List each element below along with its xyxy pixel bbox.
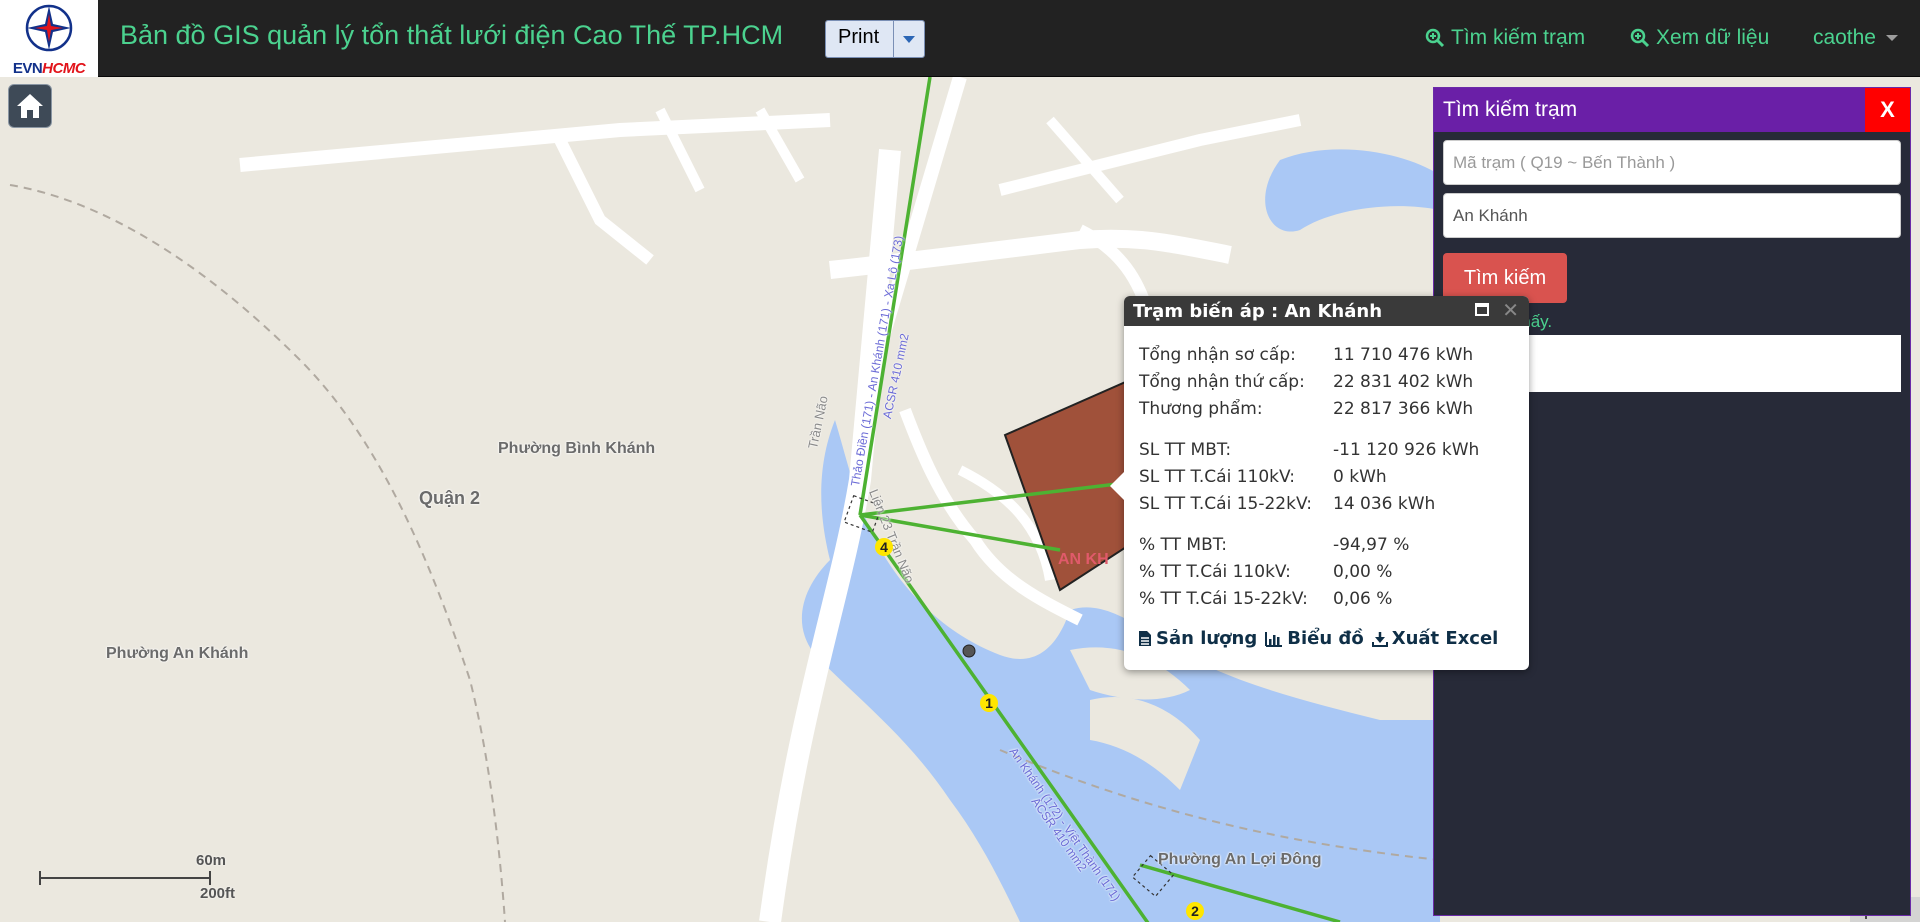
user-menu[interactable]: caothe — [1813, 26, 1898, 50]
file-text-icon — [1139, 631, 1151, 646]
zoom-in-icon — [1630, 28, 1650, 48]
top-navbar: EVNHCMC Bản đồ GIS quản lý tổn thất lưới… — [0, 0, 1920, 77]
map-label-an-loi-dong: Phường An Lợi Đông — [1158, 851, 1322, 868]
popup-row-label: SL TT T.Cái 110kV: — [1139, 467, 1295, 487]
bieu-do-label: Biểu đồ — [1287, 628, 1364, 649]
popup-row-label: Tổng nhận sơ cấp: — [1139, 345, 1296, 365]
popup-row-label: SL TT MBT: — [1139, 440, 1232, 460]
maximize-icon[interactable] — [1475, 303, 1489, 316]
map-label-an-khanh: Phường An Khánh — [106, 645, 249, 662]
station-info-popup: Trạm biến áp : An Khánh ✕ Tổng nhận sơ c… — [1110, 296, 1529, 670]
evn-star-icon — [25, 4, 73, 52]
scale-label-m: 60m — [196, 852, 227, 869]
station-code-input[interactable] — [1443, 140, 1901, 185]
station-name-input[interactable] — [1443, 193, 1901, 238]
nav-view-label: Xem dữ liệu — [1656, 26, 1770, 49]
popup-actions: Sản lượng Biểu đồ Xuất Excel — [1138, 628, 1498, 649]
popup-row-value: 11 710 476 kWh — [1333, 345, 1474, 365]
popup-row-value: -94,97 % — [1333, 535, 1410, 555]
download-icon — [1371, 631, 1388, 647]
popup-row-value: 22 831 402 kWh — [1333, 372, 1474, 392]
popup-row-label: % TT T.Cái 15-22kV: — [1139, 589, 1308, 609]
popup-row-label: % TT T.Cái 110kV: — [1139, 562, 1291, 582]
map-label-quan2: Quận 2 — [419, 488, 481, 508]
home-icon — [17, 94, 43, 118]
popup-title: Trạm biến áp : An Khánh — [1133, 301, 1383, 322]
san-luong-label: Sản lượng — [1156, 628, 1258, 649]
chevron-down-icon — [903, 36, 916, 43]
evn-logo[interactable]: EVNHCMC — [0, 0, 98, 77]
popup-header: Trạm biến áp : An Khánh ✕ — [1124, 296, 1529, 326]
map-marker-4[interactable]: 4 — [875, 538, 893, 556]
substation-label: AN KH — [1058, 551, 1109, 568]
nav-search-label: Tìm kiếm trạm — [1451, 26, 1586, 49]
popup-row-value: 22 817 366 kWh — [1333, 399, 1474, 419]
popup-row-value: 0,00 % — [1333, 562, 1393, 582]
popup-row-value: 0 kWh — [1333, 467, 1387, 487]
popup-row-label: % TT MBT: — [1139, 535, 1228, 555]
xuat-excel-link[interactable]: Xuất Excel — [1371, 628, 1499, 649]
san-luong-link[interactable]: Sản lượng — [1138, 628, 1257, 649]
caret-down-icon — [1886, 35, 1898, 41]
scale-line — [39, 871, 211, 885]
panel-header: Tìm kiếm trạm X — [1434, 88, 1910, 132]
nav-view-data[interactable]: Xem dữ liệu — [1630, 26, 1769, 50]
map-label-binh-khanh: Phường Bình Khánh — [498, 440, 656, 457]
zoom-in-icon — [1425, 28, 1445, 48]
print-button[interactable]: Print — [826, 21, 895, 57]
bar-chart-icon — [1265, 631, 1283, 647]
map-marker-1[interactable]: 1 — [980, 694, 998, 712]
popup-pointer — [1110, 472, 1124, 500]
print-dropdown-button[interactable] — [894, 21, 925, 57]
print-control: Print — [825, 20, 926, 58]
scale-label-ft: 200ft — [200, 885, 236, 902]
logo-text: EVNHCMC — [12, 60, 86, 77]
home-button[interactable] — [8, 84, 52, 128]
popup-row-label: SL TT T.Cái 15-22kV: — [1139, 494, 1312, 514]
nav-search-station[interactable]: Tìm kiếm trạm — [1425, 26, 1585, 50]
close-icon[interactable]: ✕ — [1502, 298, 1519, 323]
popup-row-value: 14 036 kWh — [1333, 494, 1436, 514]
popup-row-value: 0,06 % — [1333, 589, 1393, 609]
bieu-do-link[interactable]: Biểu đồ — [1265, 628, 1364, 649]
panel-title: Tìm kiếm trạm — [1443, 98, 1578, 121]
popup-row-label: Thương phẩm: — [1139, 399, 1263, 419]
map-marker-2[interactable]: 2 — [1186, 902, 1204, 920]
popup-row-value: -11 120 926 kWh — [1333, 440, 1480, 460]
app-title: Bản đồ GIS quản lý tổn thất lưới điện Ca… — [120, 20, 784, 50]
panel-close-button[interactable]: X — [1865, 88, 1910, 132]
popup-row-label: Tổng nhận thứ cấp: — [1139, 372, 1305, 392]
xuat-excel-label: Xuất Excel — [1391, 628, 1499, 649]
user-name: caothe — [1812, 26, 1876, 49]
